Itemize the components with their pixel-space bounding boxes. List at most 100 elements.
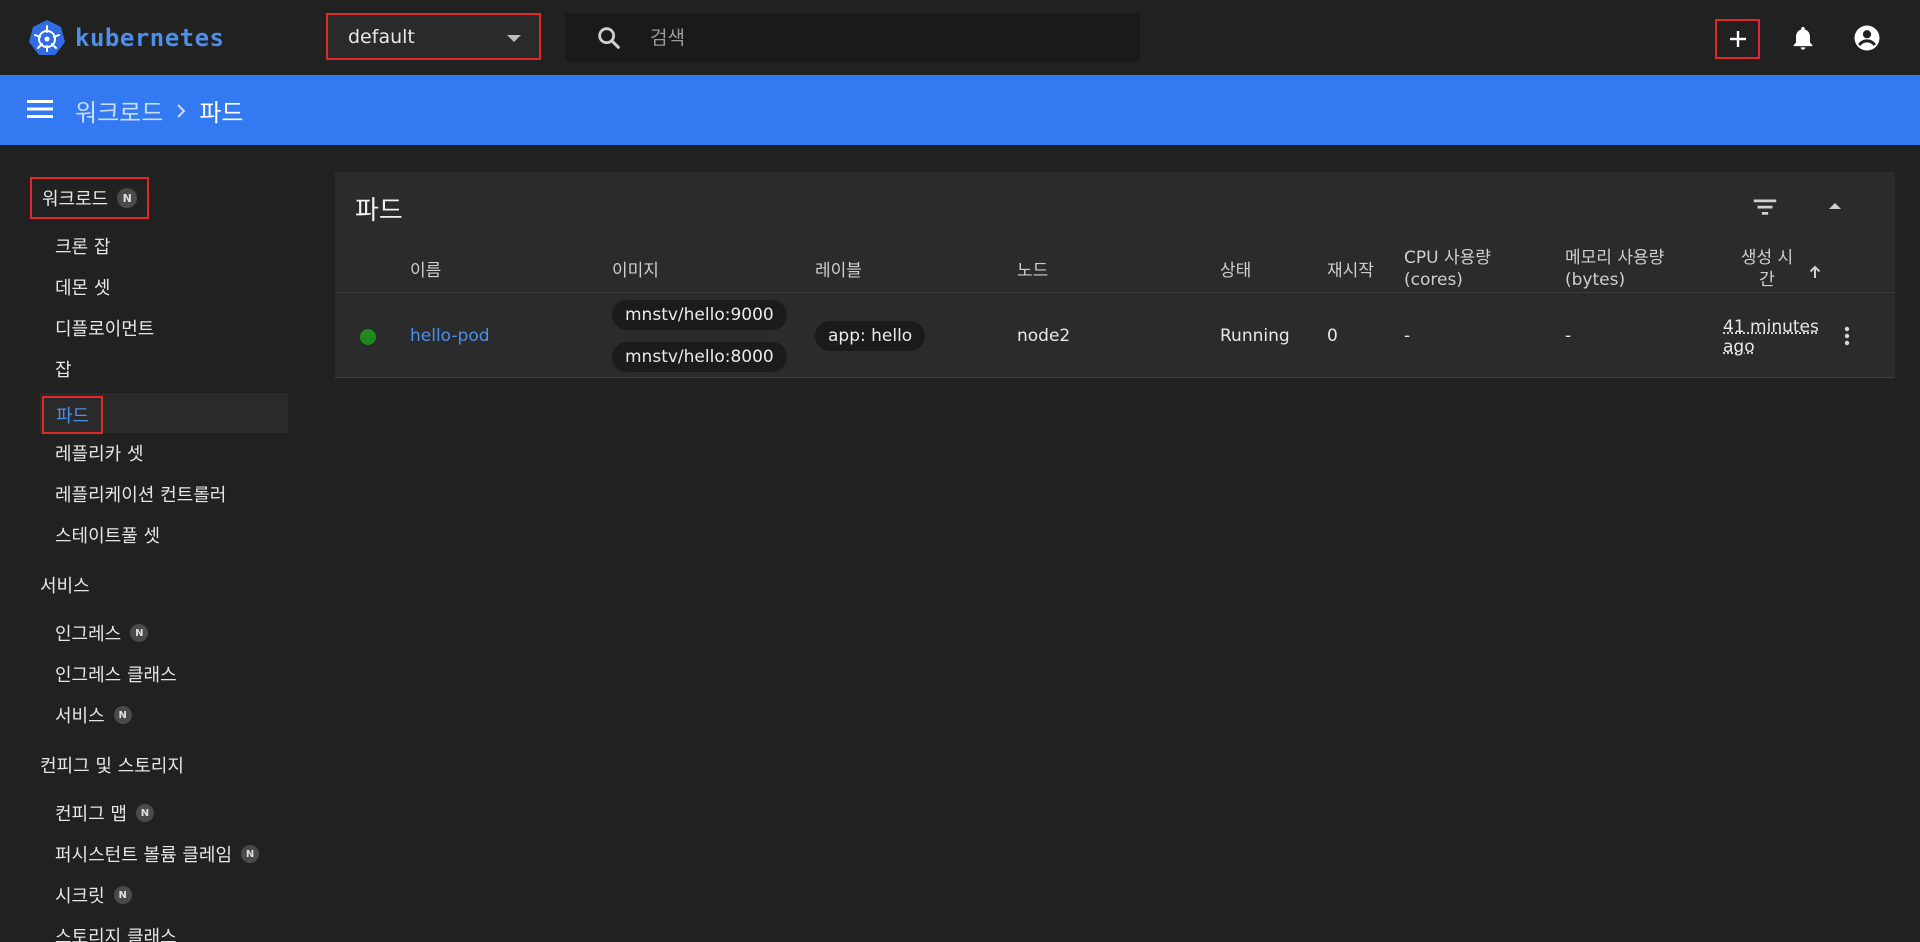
column-header-cpu-line1: CPU 사용량 xyxy=(1404,248,1491,268)
namespaced-badge: N xyxy=(130,624,149,642)
sidebar-item-label: 인그레스 클래스 xyxy=(55,665,177,686)
page-header: 워크로드 파드 xyxy=(0,75,1920,145)
sort-ascending-icon[interactable] xyxy=(1807,264,1823,280)
create-button[interactable] xyxy=(1715,19,1760,59)
sidebar-item-pvcs[interactable]: 퍼시스턴트 볼륨 클레임 N xyxy=(55,841,260,867)
column-header-created-line1: 생성 시 xyxy=(1740,248,1794,268)
table-header-divider xyxy=(335,292,1895,293)
column-header-created-line2: 간 xyxy=(1759,270,1775,290)
sidebar-item-label: 시크릿 xyxy=(55,886,105,907)
sidebar-item-ingressclasses[interactable]: 인그레스 클래스 xyxy=(55,661,177,687)
sidebar-item-cronjobs[interactable]: 크론 잡 xyxy=(55,233,110,259)
sidebar-item-label: 데몬 셋 xyxy=(55,278,111,299)
sidebar-item-label: 컨피그 맵 xyxy=(55,804,127,825)
namespace-select[interactable]: default xyxy=(326,13,541,60)
chevron-right-icon xyxy=(177,103,186,118)
sidebar-group-workloads[interactable]: 워크로드 N xyxy=(30,177,150,219)
sidebar-item-label: 잡 xyxy=(55,360,72,381)
sidebar-item-ingresses[interactable]: 인그레스 N xyxy=(55,620,149,646)
namespaced-badge: N xyxy=(113,886,132,904)
notifications-button[interactable] xyxy=(1785,20,1821,56)
search-icon[interactable] xyxy=(595,24,623,52)
sidebar-item-replicationcontrollers[interactable]: 레플리케이션 컨트롤러 xyxy=(55,481,226,507)
sidebar-item-label: 스토리지 클래스 xyxy=(55,927,177,942)
column-header-memory-line2: (bytes) xyxy=(1565,270,1626,290)
card-title: 파드 xyxy=(355,196,403,226)
column-header-cpu: CPU 사용량 (cores) xyxy=(1404,247,1491,291)
search-input[interactable] xyxy=(648,25,1102,50)
breadcrumb: 워크로드 파드 xyxy=(75,93,244,128)
sidebar-item-jobs[interactable]: 잡 xyxy=(55,356,72,382)
table-row-divider xyxy=(335,377,1895,378)
image-chip: mnstv/hello:9000 xyxy=(612,300,787,330)
sidebar-item-services[interactable]: 서비스 N xyxy=(55,702,132,728)
memory-value: - xyxy=(1565,326,1572,346)
column-header-status: 상태 xyxy=(1220,261,1252,281)
sidebar-group-label: 워크로드 xyxy=(42,189,109,210)
sidebar-group-services[interactable]: 서비스 xyxy=(40,572,90,598)
sidebar-item-secrets[interactable]: 시크릿 N xyxy=(55,882,132,908)
column-header-memory-line1: 메모리 사용량 xyxy=(1565,248,1665,268)
sidebar-group-config-storage[interactable]: 컨피그 및 스토리지 xyxy=(40,752,184,778)
account-button[interactable] xyxy=(1849,20,1885,56)
column-header-created[interactable]: 생성 시 간 xyxy=(1732,247,1802,291)
pod-name-link[interactable]: hello-pod xyxy=(410,326,490,346)
column-header-restarts: 재시작 xyxy=(1327,261,1374,281)
sidebar-item-label: 스테이트풀 셋 xyxy=(55,526,161,547)
sidebar-group-label: 컨피그 및 스토리지 xyxy=(40,756,184,777)
namespace-value: default xyxy=(348,25,415,48)
sidebar-group-label: 서비스 xyxy=(40,576,90,597)
status-running-icon xyxy=(360,329,376,345)
column-header-cpu-line2: (cores) xyxy=(1404,270,1463,290)
restarts-value: 0 xyxy=(1327,326,1338,346)
sidebar-item-deployments[interactable]: 디플로이먼트 xyxy=(55,315,154,341)
status-value: Running xyxy=(1220,326,1290,346)
pods-card: 파드 이름 이미지 레이블 노드 상태 재시작 CPU 사용량 (cores) … xyxy=(335,172,1895,378)
column-header-labels: 레이블 xyxy=(815,261,862,281)
sidebar: 워크로드 N 크론 잡 데몬 셋 디플로이먼트 잡 파드 레플리카 셋 레플리케… xyxy=(0,145,290,942)
sidebar-item-daemonsets[interactable]: 데몬 셋 xyxy=(55,274,110,300)
cpu-value: - xyxy=(1404,326,1411,346)
kubernetes-wheel-icon xyxy=(29,20,65,55)
logo-text: kubernetes xyxy=(75,24,225,52)
column-header-node: 노드 xyxy=(1017,261,1049,281)
sidebar-item-pods[interactable]: 파드 xyxy=(42,396,104,434)
filter-icon[interactable] xyxy=(1750,192,1780,222)
dropdown-caret-icon xyxy=(507,35,521,42)
sidebar-item-label: 인그레스 xyxy=(55,624,122,645)
sidebar-item-statefulsets[interactable]: 스테이트풀 셋 xyxy=(55,522,160,548)
hamburger-menu-icon[interactable] xyxy=(27,99,53,119)
created-age: 41 minutes ago xyxy=(1723,317,1819,357)
namespaced-badge: N xyxy=(135,804,154,822)
collapse-arrow-icon[interactable] xyxy=(1825,196,1845,216)
sidebar-item-storageclasses[interactable]: 스토리지 클래스 xyxy=(55,923,177,942)
bell-icon xyxy=(1793,26,1813,50)
created-age-line2: ago xyxy=(1723,337,1755,357)
sidebar-item-configmaps[interactable]: 컨피그 맵 N xyxy=(55,800,154,826)
breadcrumb-current: 파드 xyxy=(199,99,244,127)
sidebar-item-label: 레플리카 셋 xyxy=(55,444,144,465)
more-vert-icon[interactable] xyxy=(1835,324,1859,348)
column-header-images: 이미지 xyxy=(612,261,659,281)
created-age-line1: 41 minutes xyxy=(1723,317,1819,337)
search-bar xyxy=(565,13,1140,62)
sidebar-item-label: 서비스 xyxy=(55,706,105,727)
kubernetes-logo[interactable]: kubernetes xyxy=(27,18,225,58)
node-value: node2 xyxy=(1017,326,1071,346)
column-header-name[interactable]: 이름 xyxy=(410,260,441,282)
sidebar-item-label: 디플로이먼트 xyxy=(55,319,155,340)
namespaced-badge: N xyxy=(117,188,138,208)
sidebar-item-label: 레플리케이션 컨트롤러 xyxy=(55,485,227,506)
column-header-memory: 메모리 사용량 (bytes) xyxy=(1565,247,1664,291)
breadcrumb-workloads-link[interactable]: 워크로드 xyxy=(75,93,163,128)
plus-icon xyxy=(1729,31,1746,47)
namespaced-badge: N xyxy=(113,706,132,724)
label-chip: app: hello xyxy=(815,321,926,351)
account-circle-icon xyxy=(1854,25,1880,51)
top-bar: kubernetes default xyxy=(0,0,1920,75)
sidebar-item-replicasets[interactable]: 레플리카 셋 xyxy=(55,440,144,466)
sidebar-item-label: 크론 잡 xyxy=(55,237,111,258)
sidebar-item-label: 파드 xyxy=(56,406,90,427)
image-chip: mnstv/hello:8000 xyxy=(612,342,787,372)
namespaced-badge: N xyxy=(241,845,260,863)
